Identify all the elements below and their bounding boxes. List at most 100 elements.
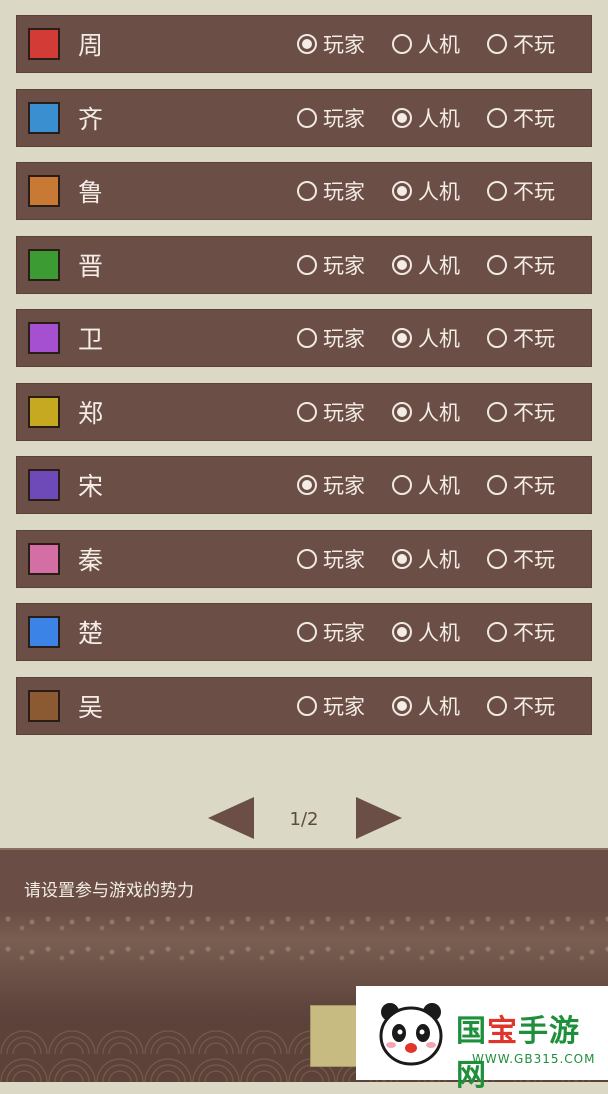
radio-button-icon[interactable] [297,548,317,569]
role-option-label: 人机 [418,621,460,645]
role-option-ai[interactable]: 人机 [392,323,460,353]
faction-color-swatch [28,175,60,207]
radio-button-icon[interactable] [392,181,412,201]
role-option-none[interactable]: 不玩 [487,250,555,280]
role-option-ai[interactable]: 人机 [392,470,460,500]
role-option-none[interactable]: 不玩 [487,397,555,427]
role-options: 玩家 人机 不玩 [297,457,555,513]
role-option-player[interactable]: 玩家 [297,29,365,59]
faction-color-swatch [28,101,60,134]
role-option-label: 不玩 [513,694,555,719]
radio-button-icon[interactable] [392,475,412,495]
role-option-none[interactable]: 不玩 [487,29,555,59]
radio-button-icon[interactable] [392,254,412,275]
radio-button-icon[interactable] [392,401,412,422]
role-option-none[interactable]: 不玩 [487,470,555,500]
radio-button-icon[interactable] [297,254,317,275]
radio-button-icon[interactable] [487,475,507,495]
role-option-player[interactable]: 玩家 [297,544,365,574]
role-option-player[interactable]: 玩家 [297,323,365,353]
faction-name: 鲁 [78,178,104,207]
faction-color-swatch [28,616,60,648]
faction-list: 周玩家 人机 不玩齐玩家 人机 不玩鲁玩家 人机 不玩晋玩家 人机 不玩卫玩家 人机 不玩郑玩家 人机… [16,15,592,750]
radio-button-icon[interactable] [487,181,507,201]
radio-button-icon[interactable] [297,475,317,495]
role-option-label: 不玩 [513,327,555,351]
radio-button-icon[interactable] [297,181,317,201]
next-page-arrow-icon[interactable] [356,797,402,839]
radio-button-icon[interactable] [392,695,412,716]
role-option-label: 不玩 [513,547,555,572]
faction-name: 齐 [78,104,104,134]
role-option-player[interactable]: 玩家 [297,617,365,647]
radio-button-icon[interactable] [487,548,507,569]
role-option-ai[interactable]: 人机 [392,29,460,59]
radio-button-icon[interactable] [392,34,412,54]
role-option-player[interactable]: 玩家 [297,397,365,427]
radio-button-icon[interactable] [487,328,507,348]
radio-button-icon[interactable] [487,695,507,716]
radio-button-icon[interactable] [392,328,412,348]
role-option-ai[interactable]: 人机 [392,250,460,280]
radio-button-icon[interactable] [487,254,507,275]
faction-name: 楚 [78,619,104,648]
radio-button-icon[interactable] [297,328,317,348]
radio-button-icon[interactable] [392,107,412,128]
faction-row: 卫 玩家 人机 不玩 [16,309,592,367]
role-options: 玩家 人机 不玩 [297,163,555,219]
role-option-player[interactable]: 玩家 [297,250,365,280]
faction-row: 郑 玩家 人机 不玩 [16,382,592,441]
radio-button-icon[interactable] [392,622,412,642]
role-option-label: 玩家 [323,180,365,204]
role-option-ai[interactable]: 人机 [392,691,460,721]
role-option-none[interactable]: 不玩 [487,323,555,353]
radio-button-icon[interactable] [297,34,317,54]
faction-name: 郑 [78,398,104,428]
role-option-label: 玩家 [323,327,365,351]
role-option-label: 玩家 [323,253,365,278]
role-option-label: 不玩 [513,253,555,278]
role-option-label: 人机 [418,547,460,572]
texture-decoration [0,910,608,970]
role-option-ai[interactable]: 人机 [392,176,460,206]
role-option-ai[interactable]: 人机 [392,617,460,647]
role-option-player[interactable]: 玩家 [297,103,365,133]
role-option-ai[interactable]: 人机 [392,397,460,427]
radio-button-icon[interactable] [487,622,507,642]
role-option-label: 不玩 [513,106,555,131]
role-option-ai[interactable]: 人机 [392,544,460,574]
faction-row: 晋 玩家 人机 不玩 [16,235,592,294]
faction-row: 宋 玩家 人机 不玩 [16,456,592,514]
role-option-ai[interactable]: 人机 [392,103,460,133]
role-option-label: 不玩 [513,621,555,645]
radio-button-icon[interactable] [297,695,317,716]
radio-button-icon[interactable] [487,107,507,128]
role-option-player[interactable]: 玩家 [297,470,365,500]
radio-button-icon[interactable] [487,401,507,422]
panda-logo-icon [379,1003,443,1066]
role-options: 玩家 人机 不玩 [297,384,555,440]
radio-button-icon[interactable] [392,548,412,569]
role-option-label: 人机 [418,33,460,57]
role-option-player[interactable]: 玩家 [297,176,365,206]
role-option-player[interactable]: 玩家 [297,691,365,721]
role-option-none[interactable]: 不玩 [487,103,555,133]
role-option-none[interactable]: 不玩 [487,544,555,574]
role-option-label: 玩家 [323,621,365,645]
radio-button-icon[interactable] [487,34,507,54]
role-options: 玩家 人机 不玩 [297,310,555,366]
prev-page-arrow-icon[interactable] [208,797,254,839]
radio-button-icon[interactable] [297,107,317,128]
faction-name: 秦 [78,545,104,575]
role-options: 玩家 人机 不玩 [297,604,555,660]
radio-button-icon[interactable] [297,401,317,422]
role-option-none[interactable]: 不玩 [487,617,555,647]
faction-color-swatch [28,469,60,501]
faction-name: 吴 [78,692,104,722]
role-option-none[interactable]: 不玩 [487,691,555,721]
role-option-label: 玩家 [323,547,365,572]
role-option-none[interactable]: 不玩 [487,176,555,206]
radio-button-icon[interactable] [297,622,317,642]
faction-row: 吴 玩家 人机 不玩 [16,676,592,735]
role-options: 玩家 人机 不玩 [297,90,555,146]
